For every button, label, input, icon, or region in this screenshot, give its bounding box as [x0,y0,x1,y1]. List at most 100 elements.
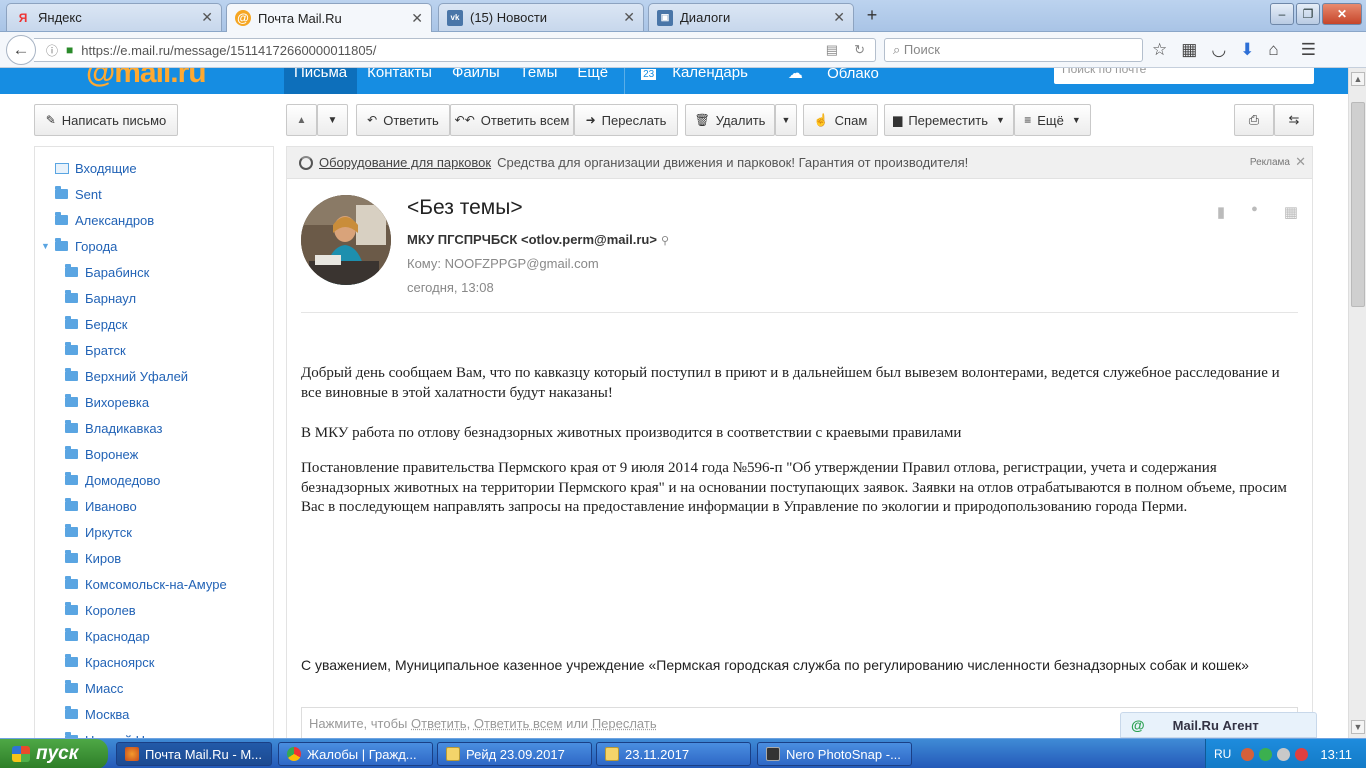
close-window-button[interactable]: ✕ [1322,3,1362,25]
nav-contacts[interactable]: Контакты [357,68,442,94]
scroll-up-icon[interactable]: ▲ [1351,72,1365,86]
folder-item[interactable]: Красноярск [65,651,154,673]
tab-mailru[interactable]: @ Почта Mail.Ru ✕ [226,3,432,32]
reply-button[interactable]: ↶ Ответить [356,104,450,136]
folder-item[interactable]: Киров [65,547,121,569]
nav-calendar[interactable]: 23 Календарь [631,68,768,94]
network-icon[interactable] [1259,747,1273,761]
scrollbar-thumb[interactable] [1351,102,1365,307]
back-button[interactable]: ← [6,35,36,65]
taskbar-item-mailru[interactable]: Почта Mail.Ru - M... [116,742,272,766]
search-sender-icon[interactable]: ⚲ [661,235,669,247]
tab-dialogs[interactable]: ▣ Диалоги ✕ [648,3,854,31]
close-tab-icon[interactable]: ✕ [201,9,213,26]
download-icon[interactable]: ⬇ [1240,40,1254,60]
scroll-down-icon[interactable]: ▼ [1351,720,1365,734]
collapse-caret-icon[interactable]: ▼ [41,241,50,251]
mail-search-input[interactable]: Поиск по почте [1054,68,1314,84]
bookmark-star-icon[interactable]: ☆ [1152,40,1167,60]
reader-view-icon[interactable]: ▤ [826,42,838,58]
folder-item[interactable]: Краснодар [65,625,150,647]
taskbar-item-raid-folder[interactable]: Рейд 23.09.2017 [437,742,592,766]
folder-item[interactable]: Иркутск [65,521,132,543]
menu-icon[interactable]: ☰ [1301,40,1316,60]
spam-button[interactable]: ☝ Спам [803,104,878,136]
new-tab-button[interactable]: + [860,6,884,26]
tab-yandex[interactable]: Я Яндекс ✕ [6,3,222,31]
delete-button[interactable]: 🗑 Удалить [685,104,775,136]
close-tab-icon[interactable]: ✕ [411,10,423,27]
quick-forward-link[interactable]: Переслать [592,716,657,731]
quick-reply-all-link[interactable]: Ответить всем [474,716,563,731]
tab-vk-news[interactable]: vk (15) Новости ✕ [438,3,644,31]
folder-item[interactable]: Королев [65,599,136,621]
minimize-button[interactable]: – [1270,3,1294,25]
sender-avatar[interactable] [301,195,391,285]
nav-cloud[interactable]: ☁ Облако [768,68,899,94]
folder-item[interactable]: Комсомольск-на-Амуре [65,573,227,595]
folder-item[interactable]: Бердск [65,313,127,335]
folder-icon [65,342,78,355]
close-tab-icon[interactable]: ✕ [833,9,845,26]
browser-search-input[interactable]: ⌕ Поиск [884,38,1143,62]
more-button[interactable]: ≡ Ещё ▼ [1014,104,1091,136]
taskbar-item-complaints[interactable]: Жалобы | Гражд... [278,742,433,766]
calendar-add-icon[interactable]: ▦ [1284,203,1298,221]
message-sender[interactable]: МКУ ПГСПРЧБСК <otlov.perm@mail.ru> ⚲ [407,232,669,247]
folder-item[interactable]: Домодедово [65,469,160,491]
next-message-button[interactable]: ▼ [317,104,348,136]
folder-item[interactable]: Барабинск [65,261,149,283]
print-button[interactable]: ⎙ [1234,104,1274,136]
folder-sent[interactable]: Sent [55,183,102,205]
reload-icon[interactable]: ↻ [854,42,865,58]
folder-item[interactable]: Москва [65,703,129,725]
compose-button[interactable]: ✎ Написать письмо [34,104,178,136]
clock[interactable]: 13:11 [1320,747,1352,762]
start-button[interactable]: пуск [0,739,108,768]
folder-item[interactable]: Вихоревка [65,391,149,413]
taskbar-item-date-folder[interactable]: 23.11.2017 [596,742,751,766]
bookmark-flag-icon[interactable]: ▮ [1217,203,1225,221]
mailru-agent-panel[interactable]: @ Mail.Ru Агент [1120,712,1317,738]
mailru-logo[interactable]: @mail.ru [86,68,207,90]
forward-button[interactable]: ➜ Переслать [574,104,678,136]
quick-reply-link[interactable]: Ответить [411,716,467,731]
bookmarks-list-icon[interactable]: ▦ [1181,40,1197,60]
folder-aleksandrov[interactable]: Александров [55,209,154,231]
folder-item[interactable]: Воронеж [65,443,138,465]
pocket-icon[interactable]: ◡ [1211,40,1226,60]
info-icon[interactable]: ⓘ [46,42,58,59]
page-scrollbar[interactable]: ▲ ▼ [1348,68,1366,738]
home-icon[interactable]: ⌂ [1268,40,1278,60]
delete-dropdown-button[interactable]: ▼ [775,104,797,136]
close-ad-icon[interactable]: ✕ [1295,154,1306,170]
folder-item[interactable]: Верхний Уфалей [65,365,188,387]
maximize-button[interactable]: ❐ [1296,3,1320,25]
folder-item[interactable]: Барнаул [65,287,136,309]
unread-dot-icon[interactable]: ● [1251,203,1258,221]
nav-letters[interactable]: Письма [284,68,358,94]
nav-themes[interactable]: Темы [510,68,568,94]
folder-inbox[interactable]: Входящие [55,157,137,179]
nav-files[interactable]: Файлы [442,68,510,94]
address-bar[interactable]: ⓘ ■ https://e.mail.ru/message/1511417266… [34,38,876,62]
taskbar-item-nero-photosnap[interactable]: Nero PhotoSnap -... [757,742,912,766]
translate-button[interactable]: ⇆ [1274,104,1314,136]
move-button[interactable]: ▆ Переместить ▼ [884,104,1014,136]
folder-item[interactable]: Миасс [65,677,123,699]
folder-item[interactable]: Иваново [65,495,137,517]
url-text[interactable]: https://e.mail.ru/message/15114172660000… [81,43,376,58]
security-icon[interactable] [1295,747,1309,761]
ad-link[interactable]: Оборудование для парковок [319,155,491,170]
folder-item[interactable]: Братск [65,339,126,361]
volume-icon[interactable] [1277,747,1291,761]
reply-all-button[interactable]: ↶↶ Ответить всем [450,104,574,136]
previous-message-button[interactable]: ▲ [286,104,317,136]
folder-goroda[interactable]: ▼ Города [41,235,117,257]
close-tab-icon[interactable]: ✕ [623,9,635,26]
nav-more[interactable]: Ещё [567,68,618,94]
tray-arrow-icon[interactable] [1241,747,1255,761]
language-indicator[interactable]: RU [1214,747,1231,761]
folder-item[interactable]: Владикавказ [65,417,162,439]
ad-banner[interactable]: Оборудование для парковок Средства для о… [287,147,1312,179]
